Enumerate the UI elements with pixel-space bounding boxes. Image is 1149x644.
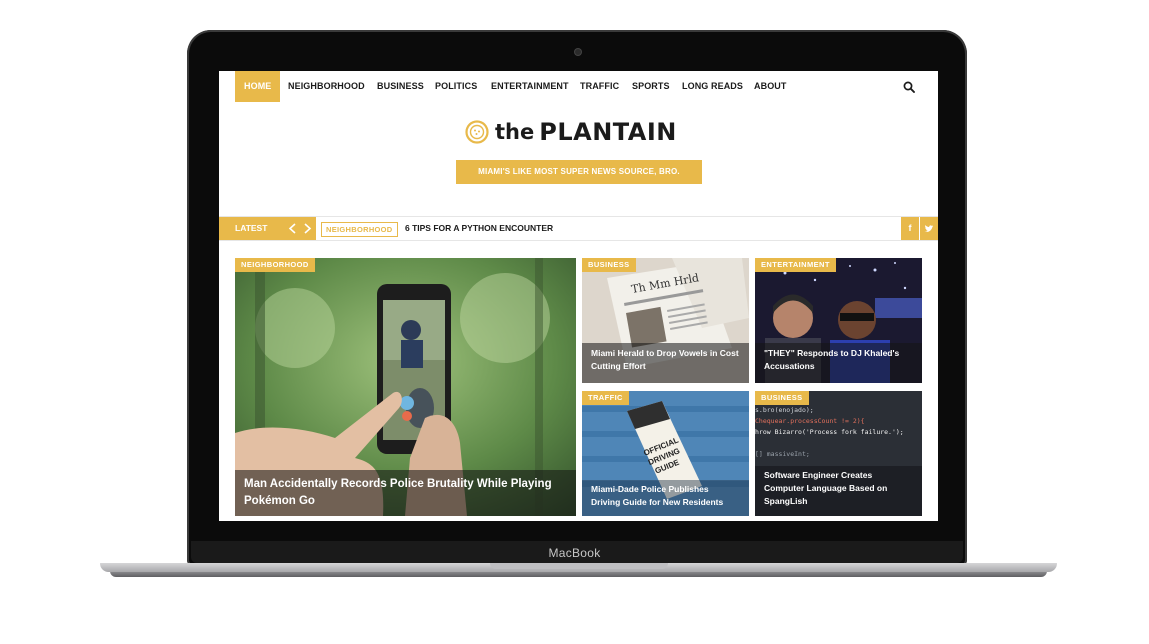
nav-item-traffic[interactable]: TRAFFIC bbox=[580, 71, 619, 102]
category-badge[interactable]: NEIGHBORHOOD bbox=[235, 258, 315, 272]
twitter-icon[interactable] bbox=[920, 217, 938, 240]
website-screen: HOME NEIGHBORHOOD BUSINESS POLITICS ENTE… bbox=[219, 71, 938, 521]
main-nav: HOME NEIGHBORHOOD BUSINESS POLITICS ENTE… bbox=[219, 71, 938, 102]
logo-name: PLANTAIN bbox=[539, 118, 677, 146]
category-badge[interactable]: BUSINESS bbox=[755, 391, 809, 405]
nav-item-about[interactable]: ABOUT bbox=[754, 71, 787, 102]
nav-item-sports[interactable]: SPORTS bbox=[632, 71, 670, 102]
nav-item-long-reads[interactable]: LONG READS bbox=[682, 71, 743, 102]
laptop-notch bbox=[490, 563, 668, 569]
ticker-category-badge[interactable]: NEIGHBORHOOD bbox=[321, 222, 398, 237]
nav-item-neighborhood[interactable]: NEIGHBORHOOD bbox=[288, 71, 365, 102]
chevron-left-icon[interactable] bbox=[287, 222, 299, 235]
ticker-label: LATEST bbox=[235, 223, 268, 233]
article-card-spanglish[interactable]: s.bro(enojado); Chequear.processCount !=… bbox=[755, 391, 922, 516]
title-overlay: Miami Herald to Drop Vowels in Cost Cutt… bbox=[582, 343, 749, 383]
plantain-logo-icon bbox=[465, 120, 489, 144]
site-logo[interactable]: the PLANTAIN bbox=[465, 117, 677, 147]
logo-prefix: the bbox=[495, 120, 535, 144]
nav-item-politics[interactable]: POLITICS bbox=[435, 71, 477, 102]
chevron-right-icon[interactable] bbox=[301, 222, 313, 235]
article-title[interactable]: "THEY" Responds to DJ Khaled's Accusatio… bbox=[764, 347, 913, 373]
title-overlay: Software Engineer Creates Computer Langu… bbox=[755, 466, 922, 516]
title-overlay: "THEY" Responds to DJ Khaled's Accusatio… bbox=[755, 343, 922, 383]
camera-icon bbox=[575, 49, 581, 55]
search-icon[interactable] bbox=[903, 81, 915, 93]
tagline-banner: MIAMI'S LIKE MOST SUPER NEWS SOURCE, BRO… bbox=[456, 160, 702, 184]
laptop-brand-label: MacBook bbox=[548, 546, 601, 560]
title-overlay: Miami-Dade Police Publishes Driving Guid… bbox=[582, 480, 749, 516]
title-overlay: Man Accidentally Records Police Brutalit… bbox=[235, 470, 576, 516]
code-line: s.bro(enojado); bbox=[755, 406, 814, 414]
article-card-driving-guide[interactable]: OFFICIAL DRIVING GUIDE TRAFFIC Miami-Dad… bbox=[582, 391, 749, 516]
article-title[interactable]: Software Engineer Creates Computer Langu… bbox=[764, 469, 913, 508]
code-line: hrow Bizarro('Process fork failure.'); bbox=[755, 428, 904, 436]
article-card-khaled[interactable]: ENTERTAINMENT "THEY" Responds to DJ Khal… bbox=[755, 258, 922, 383]
article-card-pokemon[interactable]: NEIGHBORHOOD Man Accidentally Records Po… bbox=[235, 258, 576, 516]
nav-item-home[interactable]: HOME bbox=[235, 71, 281, 102]
code-snippet: s.bro(enojado); Chequear.processCount !=… bbox=[755, 405, 904, 460]
article-title[interactable]: Miami Herald to Drop Vowels in Cost Cutt… bbox=[591, 347, 740, 373]
ticker-headline[interactable]: 6 TIPS FOR A PYTHON ENCOUNTER bbox=[405, 217, 553, 240]
category-badge[interactable]: ENTERTAINMENT bbox=[755, 258, 836, 272]
category-badge[interactable]: TRAFFIC bbox=[582, 391, 629, 405]
facebook-icon[interactable]: f bbox=[901, 217, 919, 240]
code-line: Chequear.processCount != 2){ bbox=[755, 417, 865, 425]
nav-item-business[interactable]: BUSINESS bbox=[377, 71, 424, 102]
category-badge[interactable]: BUSINESS bbox=[582, 258, 636, 272]
nav-item-entertainment[interactable]: ENTERTAINMENT bbox=[491, 71, 569, 102]
article-card-herald[interactable]: Th Mm Hrld BUSINESS Miami Herald to Drop… bbox=[582, 258, 749, 383]
ticker-latest-box: LATEST bbox=[219, 217, 316, 240]
article-title[interactable]: Miami-Dade Police Publishes Driving Guid… bbox=[591, 483, 740, 509]
article-title[interactable]: Man Accidentally Records Police Brutalit… bbox=[244, 476, 567, 510]
code-line: [] massiveInt; bbox=[755, 450, 810, 458]
latest-ticker: LATEST NEIGHBORHOOD 6 TIPS FOR A PYTHON … bbox=[219, 216, 938, 241]
